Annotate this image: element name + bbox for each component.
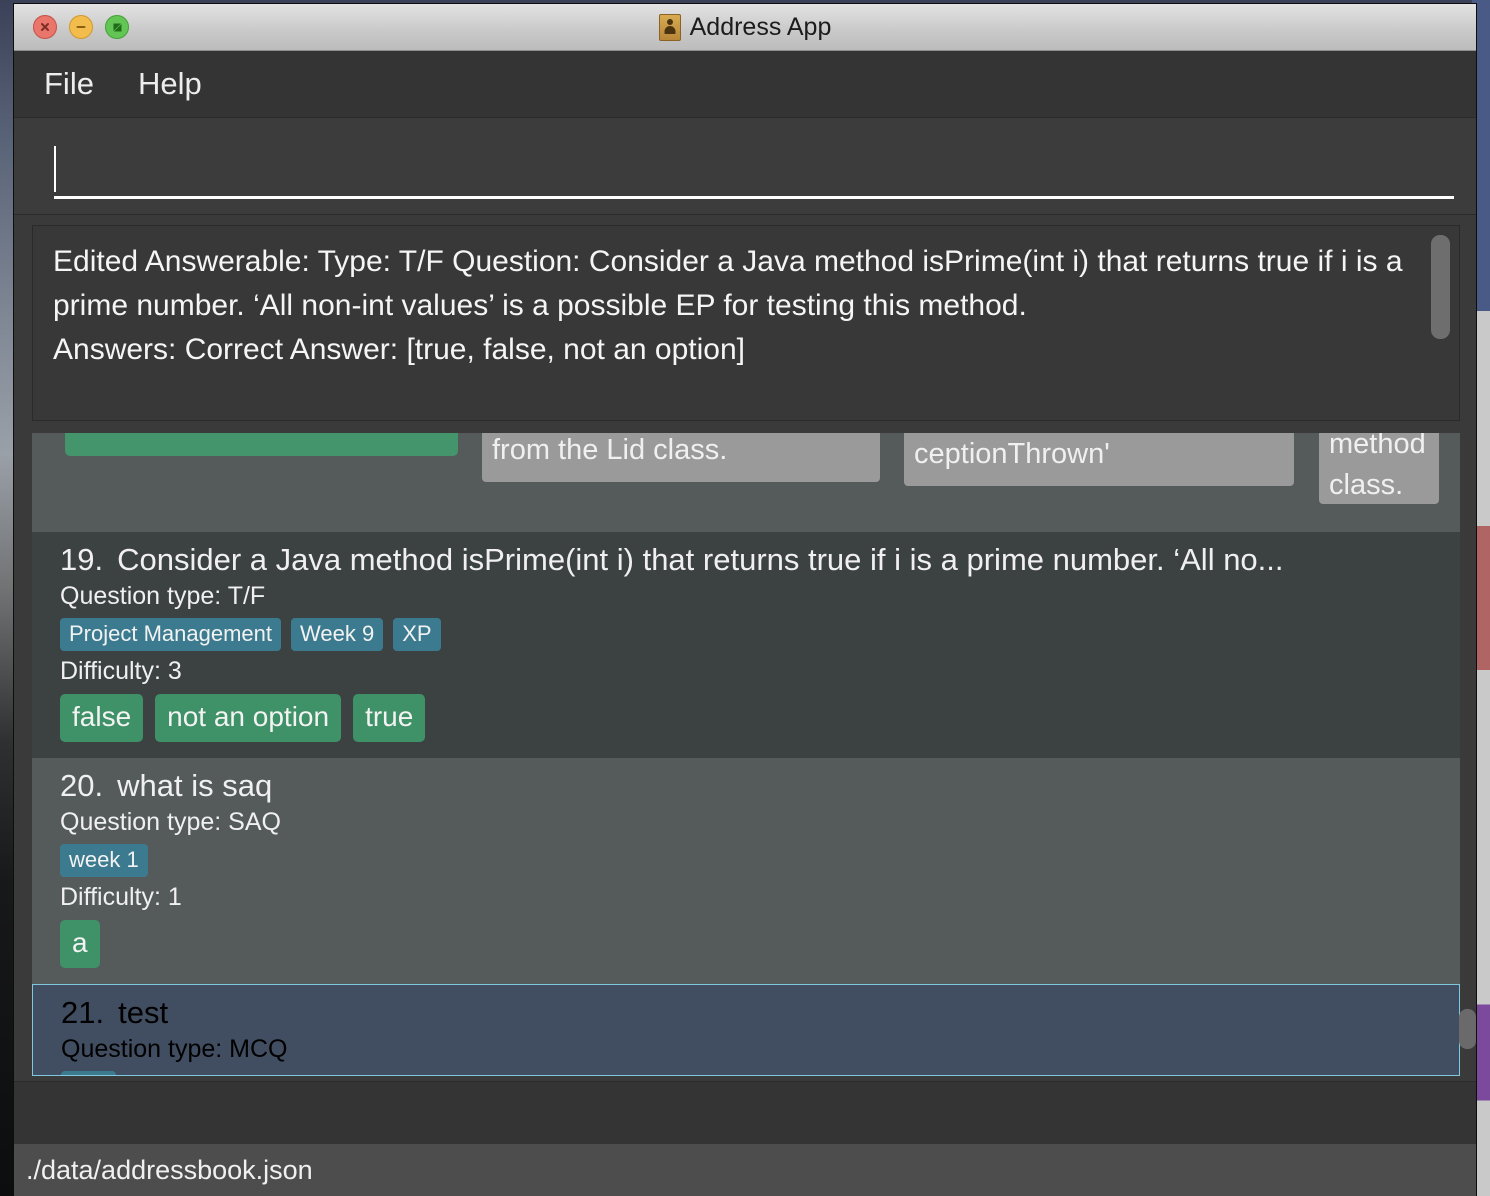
list-item-answers: false not an option true — [60, 694, 1442, 742]
list-item-answers: a — [60, 920, 1442, 968]
list-item-index: 20. — [60, 767, 104, 803]
screen: Address App File Help Edited Answerable:… — [0, 0, 1490, 1196]
tag-chip[interactable]: Week 9 — [291, 618, 384, 652]
tag-chip[interactable]: ned — [61, 1070, 116, 1075]
answer-chip-gray: method class. — [1319, 433, 1439, 504]
status-bar-path: ./data/addressbook.json — [26, 1154, 313, 1185]
result-display-wrapper: Edited Answerable: Type: T/F Question: C… — [14, 215, 1476, 431]
window-title: Address App — [689, 12, 832, 41]
close-icon — [41, 23, 49, 31]
list-item-tags: week 1 — [60, 843, 1442, 878]
list-item-index: 19. — [60, 542, 104, 577]
result-display: Edited Answerable: Type: T/F Question: C… — [32, 225, 1460, 421]
question-list-wrapper: from the Lid class. ceptionThrown' metho… — [14, 431, 1476, 1081]
answer-chip-clipped — [65, 433, 458, 456]
status-bar: ./data/addressbook.json — [14, 1144, 1476, 1196]
window-titlebar[interactable]: Address App — [14, 4, 1476, 51]
list-item-question-type: Question type: T/F — [60, 582, 266, 610]
list-item-tags: ned — [61, 1070, 1441, 1075]
list-item-title-row: 20. what is saq — [60, 768, 1442, 804]
tag-chip[interactable]: XP — [393, 618, 441, 652]
question-list[interactable]: from the Lid class. ceptionThrown' metho… — [32, 433, 1460, 1081]
list-item-title-row: 21. test — [61, 995, 1441, 1031]
answer-chip[interactable]: a — [60, 920, 100, 968]
window-title-group: Address App — [14, 13, 1476, 42]
list-item-index: 21. — [61, 994, 105, 1030]
list-item-question-type: Question type: SAQ — [60, 807, 281, 836]
list-item-question-type: Question type: MCQ — [61, 1034, 288, 1063]
list-item-difficulty: Difficulty: 1 — [60, 883, 182, 912]
command-box — [14, 118, 1476, 215]
menubar: File Help — [14, 51, 1476, 118]
list-item[interactable]: 20. what is saq Question type: SAQ week 1… — [32, 757, 1460, 984]
answer-chip-gray: from the Lid class. — [482, 433, 880, 482]
list-item-difficulty: Difficulty: 3 — [60, 657, 182, 686]
tag-chip[interactable]: Project Management — [60, 618, 281, 652]
list-item-question: Consider a Java method isPrime(int i) th… — [117, 542, 1284, 577]
answer-chip[interactable]: true — [353, 694, 426, 742]
minimize-icon — [76, 26, 86, 28]
minimize-button[interactable] — [69, 15, 93, 39]
menu-file[interactable]: File — [44, 66, 94, 102]
maximize-button[interactable] — [105, 15, 129, 39]
maximize-icon — [113, 23, 121, 31]
window-controls — [33, 15, 129, 39]
answer-chip-gray: ceptionThrown' — [904, 433, 1294, 486]
address-book-icon — [658, 13, 681, 41]
list-item-title-row: 19. Consider a Java method isPrime(int i)… — [60, 542, 1442, 578]
command-input[interactable] — [54, 146, 1454, 199]
address-app-window: Address App File Help Edited Answerable:… — [14, 4, 1476, 1196]
close-button[interactable] — [33, 15, 57, 39]
list-item[interactable]: 19. Consider a Java method isPrime(int i)… — [32, 532, 1460, 758]
tag-chip[interactable]: week 1 — [60, 843, 148, 878]
list-item-clipped-top[interactable]: from the Lid class. ceptionThrown' metho… — [32, 433, 1460, 532]
bottom-panel — [14, 1081, 1476, 1144]
menu-help[interactable]: Help — [138, 66, 202, 102]
answer-chip[interactable]: not an option — [155, 694, 342, 742]
answer-chip[interactable]: false — [60, 694, 144, 742]
result-text: Edited Answerable: Type: T/F Question: C… — [53, 245, 1403, 366]
list-scrollbar[interactable] — [1458, 433, 1476, 1081]
list-scrollbar-thumb[interactable] — [1459, 1009, 1476, 1049]
result-scrollbar[interactable] — [1431, 235, 1450, 413]
list-item-selected[interactable]: 21. test Question type: MCQ ned — [32, 983, 1460, 1076]
list-item-question: what is saq — [117, 767, 273, 803]
list-item-question: test — [118, 994, 169, 1030]
result-scrollbar-thumb[interactable] — [1431, 235, 1450, 339]
list-item-tags: Project Management Week 9 XP — [60, 618, 1442, 652]
